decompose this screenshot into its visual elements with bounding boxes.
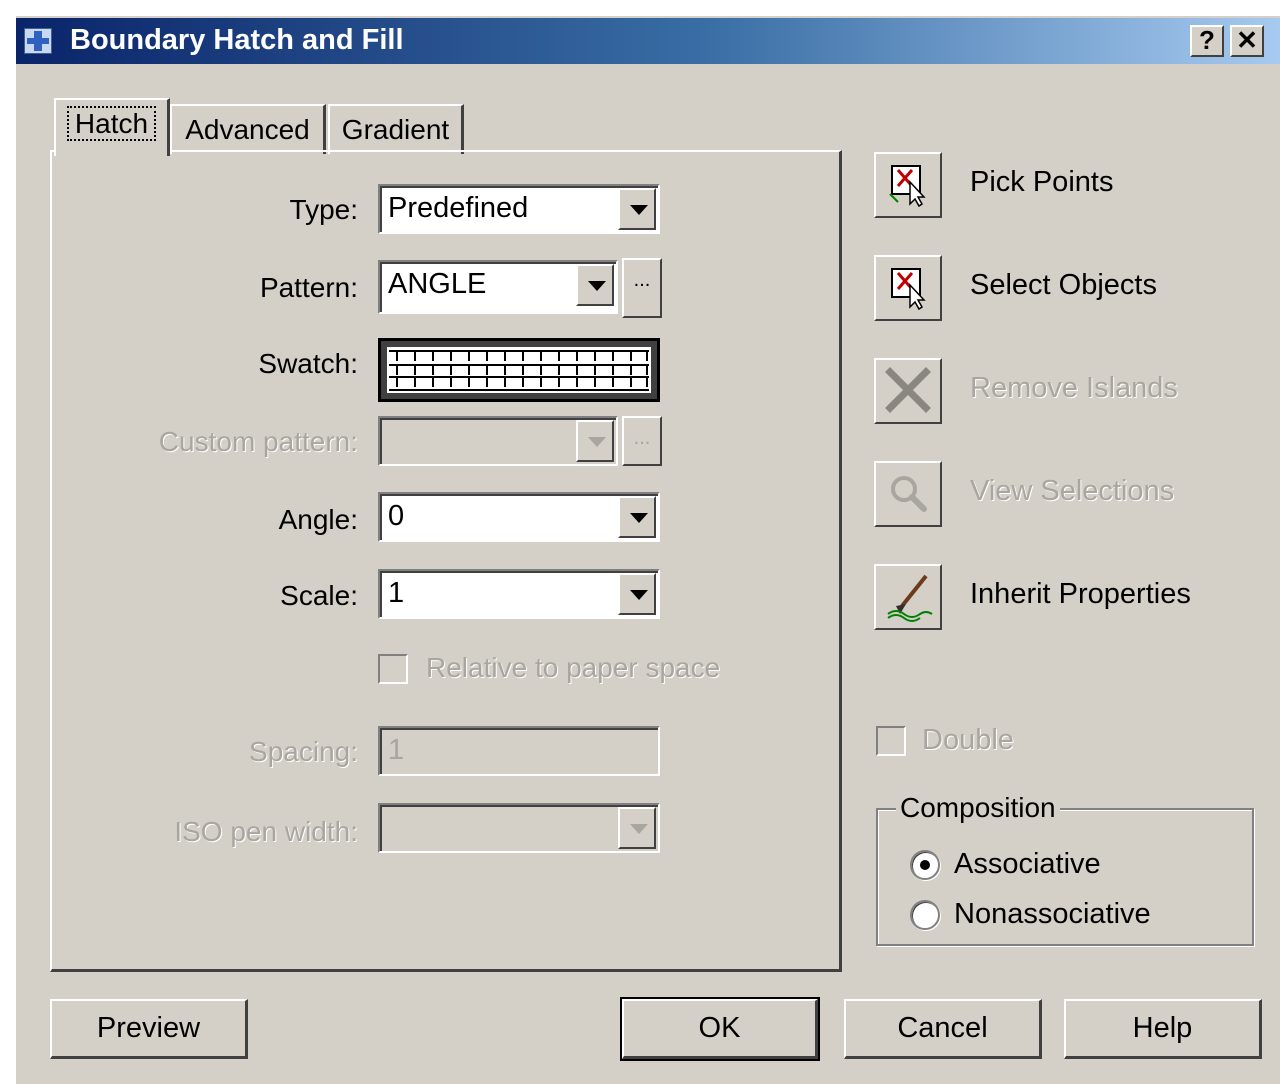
- select-objects-label[interactable]: Select Objects: [970, 269, 1157, 302]
- view-selections-button[interactable]: [874, 461, 942, 527]
- remove-x-icon: [885, 367, 931, 413]
- title-bar[interactable]: Boundary Hatch and Fill ? ✕: [16, 18, 1280, 64]
- cancel-button[interactable]: Cancel: [844, 999, 1042, 1059]
- associative-label[interactable]: Associative: [954, 848, 1101, 881]
- pick-points-button[interactable]: [874, 152, 942, 218]
- remove-islands-label[interactable]: Remove Islands: [970, 372, 1178, 405]
- hatch-app-icon: [24, 28, 52, 54]
- inherit-properties-button[interactable]: [874, 564, 942, 630]
- tab-gradient[interactable]: Gradient: [328, 104, 464, 154]
- tab-hatch-label: Hatch: [66, 106, 157, 141]
- associative-radio[interactable]: [910, 850, 940, 880]
- hatch-tab-panel: [50, 150, 842, 972]
- nonassociative-radio[interactable]: [910, 900, 940, 930]
- composition-title: Composition: [896, 792, 1060, 824]
- tab-hatch[interactable]: Hatch: [54, 98, 170, 156]
- help-question-button[interactable]: ?: [1190, 25, 1224, 57]
- select-objects-icon: [891, 268, 926, 311]
- pick-points-label[interactable]: Pick Points: [970, 166, 1113, 199]
- inherit-properties-label[interactable]: Inherit Properties: [970, 578, 1191, 611]
- close-button[interactable]: ✕: [1230, 25, 1264, 57]
- ok-button[interactable]: OK: [620, 997, 820, 1061]
- help-button[interactable]: Help: [1064, 999, 1262, 1059]
- double-checkbox[interactable]: [876, 726, 906, 756]
- remove-islands-button[interactable]: [874, 358, 942, 424]
- preview-button[interactable]: Preview: [50, 999, 248, 1059]
- select-objects-button[interactable]: [874, 255, 942, 321]
- double-label: Double: [922, 724, 1014, 756]
- pick-points-icon: [889, 165, 926, 208]
- paintbrush-icon: [887, 574, 933, 622]
- nonassociative-label[interactable]: Nonassociative: [954, 898, 1151, 931]
- window-title: Boundary Hatch and Fill: [70, 24, 404, 56]
- boundary-hatch-dialog: Boundary Hatch and Fill ? ✕ Hatch Advanc…: [14, 14, 1280, 1084]
- tab-advanced[interactable]: Advanced: [170, 104, 326, 154]
- view-selections-label[interactable]: View Selections: [970, 475, 1174, 508]
- magnifier-icon: [891, 476, 927, 512]
